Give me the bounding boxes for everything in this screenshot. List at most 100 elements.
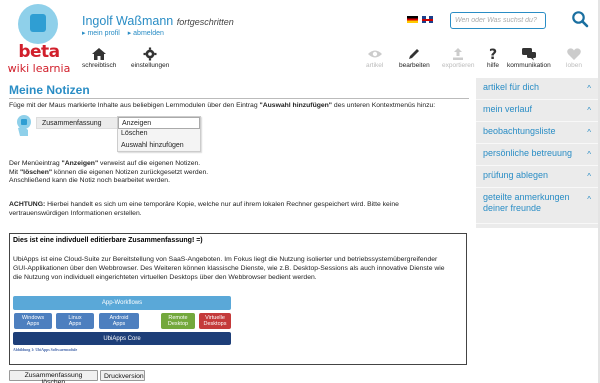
diagram-label-l2: Desktop: [167, 321, 189, 327]
user-name: Ingolf Waßmann fortgeschritten: [82, 14, 234, 28]
sidebar-item-shared-notes[interactable]: geteilte anmerkungen deiner freunde ^: [476, 188, 600, 224]
puzzle-icon: [30, 14, 46, 32]
toolbar-help-label: hilfe: [487, 62, 499, 69]
warning-text: ACHTUNG: Hierbei handelt es sich um eine…: [9, 201, 399, 218]
header: beta wiki learnia Ingolf Waßmann fortges…: [0, 0, 600, 80]
warning-body: Hierbei handelt es sich um eine temporär…: [45, 201, 399, 208]
sidebar-item-articles-for-you[interactable]: artikel für dich ^: [476, 78, 600, 100]
diagram-android-apps: Android Apps: [99, 313, 139, 329]
toolbar-article-label: artikel: [366, 62, 384, 69]
search-icon[interactable]: [571, 10, 589, 28]
diagram-app-workflows: App-Workflows: [13, 296, 231, 310]
context-menu-item-delete[interactable]: Löschen: [118, 129, 200, 141]
profile-link[interactable]: ▸ mein profil: [82, 30, 120, 37]
diagram-label: Windows Apps: [22, 315, 44, 327]
logout-link[interactable]: ▸ abmelden: [128, 30, 164, 37]
diagram-ubiapps-core: UbiApps Core: [13, 332, 231, 345]
explanation-line-3: Anschließend kann die Notiz noch bearbei…: [9, 177, 170, 185]
caret-up-icon: ^: [587, 195, 591, 204]
pencil-icon: [409, 49, 420, 59]
diagram-label: Linux Apps: [68, 315, 81, 327]
sidebar-item-label-line1: geteilte anmerkungen: [483, 192, 570, 202]
toolbar-like-label: loben: [566, 62, 582, 69]
diagram-label-l2: Apps: [26, 321, 40, 327]
toolbar-desk[interactable]: schreibtisch: [82, 47, 116, 69]
toolbar-like[interactable]: loben: [566, 47, 582, 69]
line1-post: verweist auf die eigenen Notizen.: [98, 160, 201, 167]
toolbar-settings-label: einstellungen: [131, 62, 170, 69]
heart-icon: [567, 48, 581, 60]
sidebar-item-take-exam[interactable]: prüfung ablegen ^: [476, 166, 600, 188]
logo-wiki-text: wiki learnia: [7, 62, 71, 75]
diagram-label: Virtuelle Desktops: [204, 315, 227, 327]
caret-up-icon: ^: [587, 150, 591, 159]
clear-summary-button[interactable]: Zusammenfassung löschen: [9, 370, 98, 383]
summary-text-line-2: GUI-Applikationen über den Webbrowser. D…: [13, 264, 445, 272]
diagram-label: App-Workflows: [101, 300, 143, 306]
sidebar-item-label: persönliche betreuung: [483, 148, 573, 158]
ubiapps-diagram: App-Workflows Windows Apps Linux Apps Andr…: [13, 296, 231, 354]
house-icon: [92, 48, 107, 60]
line2-bold: "löschen": [19, 168, 53, 176]
print-version-button[interactable]: Druckversion: [100, 370, 145, 381]
toolbar-desk-label: schreibtisch: [82, 62, 117, 69]
diagram-windows-apps: Windows Apps: [14, 313, 52, 329]
toolbar-communication-label: kommunikation: [507, 62, 551, 69]
explanation-text: Der Menüeintrag "Anzeigen" verweist auf …: [9, 160, 208, 186]
diagram-remote-desktop: Remote Desktop: [161, 313, 195, 329]
sidebar-item-label-line2: deiner freunde: [483, 203, 542, 213]
diagram-label-l2: Apps: [68, 321, 82, 327]
sidebar-item-history[interactable]: mein verlauf ^: [476, 100, 600, 122]
sidebar-item-label: mein verlauf: [483, 104, 533, 114]
uk-flag-icon[interactable]: [422, 16, 433, 23]
user-name-text: Ingolf Waßmann: [82, 14, 174, 28]
caret-up-icon: ^: [587, 106, 591, 115]
diagram-label: UbiApps Core: [103, 335, 141, 342]
wiki-learnia-logo[interactable]: beta wiki learnia: [4, 4, 72, 76]
sidebar-item-watchlist[interactable]: beobachtungsliste ^: [476, 122, 600, 144]
context-menu: Anzeigen Löschen Auswahl hinzufügen: [117, 116, 201, 152]
caret-up-icon: ^: [587, 172, 591, 181]
diagram-caption: Abbildung 1: UbiApps Softwaremodule: [13, 348, 78, 352]
user-links: ▸ mein profil ▸ abmelden: [82, 29, 170, 37]
toolbar-edit[interactable]: bearbeiten: [399, 47, 430, 69]
caret-up-icon: ^: [587, 84, 591, 93]
sidebar-item-label: prüfung ablegen: [483, 170, 549, 180]
warning-line-2: vertrauenswürdigen Informationen erstell…: [9, 209, 142, 217]
line2-post: können die eigenen Notizen zurückgesetzt…: [52, 168, 209, 176]
toolbar-settings[interactable]: einstellungen: [131, 47, 169, 69]
summary-text-line-3: die Nutzung von individuell eingerichtet…: [13, 273, 317, 281]
toolbar-help[interactable]: ? hilfe: [485, 47, 501, 69]
sidebar: artikel für dich ^ mein verlauf ^ beobac…: [476, 78, 600, 228]
logo-beta-text: beta: [18, 42, 60, 62]
german-flag-icon[interactable]: [407, 16, 418, 23]
intro-pre: Füge mit der Maus markierte Inhalte aus …: [9, 102, 260, 109]
user-level: fortgeschritten: [176, 17, 234, 27]
eye-icon: [367, 50, 382, 58]
svg-text:?: ?: [489, 47, 497, 61]
sidebar-item-personal-support[interactable]: persönliche betreuung ^: [476, 144, 600, 166]
page-title: Meine Notizen: [9, 83, 90, 97]
toolbar-communication[interactable]: kommunikation: [507, 47, 551, 69]
diagram-label: Remote Desktop: [168, 315, 188, 327]
caret-up-icon: ^: [587, 128, 591, 137]
warning-line-1: ACHTUNG: Hierbei handelt es sich um eine…: [9, 201, 399, 210]
demo-summary-item[interactable]: Zusammenfassung: [36, 117, 118, 129]
search-input[interactable]: [450, 12, 546, 29]
context-menu-item-add-selection[interactable]: Auswahl hinzufügen: [118, 140, 200, 152]
summary-heading: Dies ist eine indivduell editierbare Zus…: [13, 237, 203, 244]
warning-bold: ACHTUNG:: [9, 201, 46, 208]
intro-post: des unteren Kontextmenüs hinzu:: [332, 102, 436, 109]
line1-bold: "Anzeigen": [61, 160, 99, 167]
toolbar-article[interactable]: artikel: [366, 47, 383, 69]
explanation-line-2: Mit "löschen" können die eigenen Notizen…: [9, 169, 208, 178]
context-menu-item-show[interactable]: Anzeigen: [118, 117, 200, 129]
chat-bubbles-icon: [521, 48, 536, 61]
toolbar-export[interactable]: exportieren: [442, 47, 475, 69]
export-icon: [453, 48, 464, 60]
intro-text: Füge mit der Maus markierte Inhalte aus …: [9, 102, 435, 111]
question-mark-icon: ?: [489, 47, 497, 61]
gear-icon: [143, 47, 157, 61]
summary-text: UbiApps ist eine Cloud-Suite zur Bereits…: [13, 256, 463, 282]
diagram-label-l2: Apps: [112, 321, 126, 327]
